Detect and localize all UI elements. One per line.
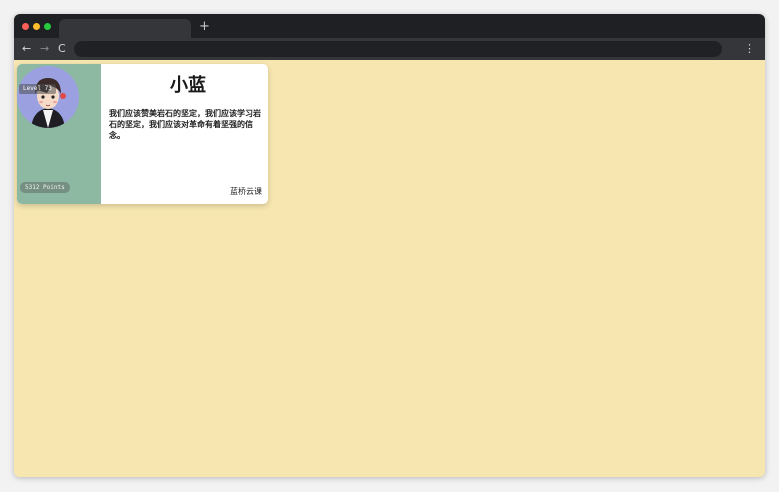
avatar-illustration-icon [17, 66, 79, 128]
card-footer-brand: 蓝桥云课 [230, 187, 262, 196]
browser-toolbar: ← → C ⋮ [14, 38, 765, 60]
level-badge: Level 73 [19, 84, 56, 94]
card-sidebar: Level 73 5312 Points [17, 64, 101, 204]
reload-icon[interactable]: C [58, 41, 66, 57]
close-window-dot[interactable] [22, 23, 29, 30]
browser-window: + ← → C ⋮ Level 73 5312 Points 小蓝 我们应该赞美… [14, 14, 765, 477]
profile-card: Level 73 5312 Points 小蓝 我们应该赞美岩石的坚定，我们应该… [17, 64, 268, 204]
browser-tab[interactable] [59, 19, 191, 38]
avatar [17, 66, 79, 128]
maximize-window-dot[interactable] [44, 23, 51, 30]
card-name: 小蓝 [170, 75, 206, 96]
minimize-window-dot[interactable] [33, 23, 40, 30]
new-tab-button[interactable]: + [199, 19, 210, 35]
back-arrow-icon[interactable]: ← [22, 41, 31, 57]
page-viewport: Level 73 5312 Points 小蓝 我们应该赞美岩石的坚定，我们应该… [14, 60, 765, 477]
title-bar: + [14, 14, 765, 38]
menu-dots-icon[interactable]: ⋮ [744, 41, 755, 57]
forward-arrow-icon[interactable]: → [40, 41, 49, 57]
address-bar[interactable] [74, 41, 722, 57]
points-badge: 5312 Points [20, 182, 70, 193]
card-description: 我们应该赞美岩石的坚定，我们应该学习岩石的坚定，我们应该对革命有着坚强的信念。 [109, 108, 261, 140]
